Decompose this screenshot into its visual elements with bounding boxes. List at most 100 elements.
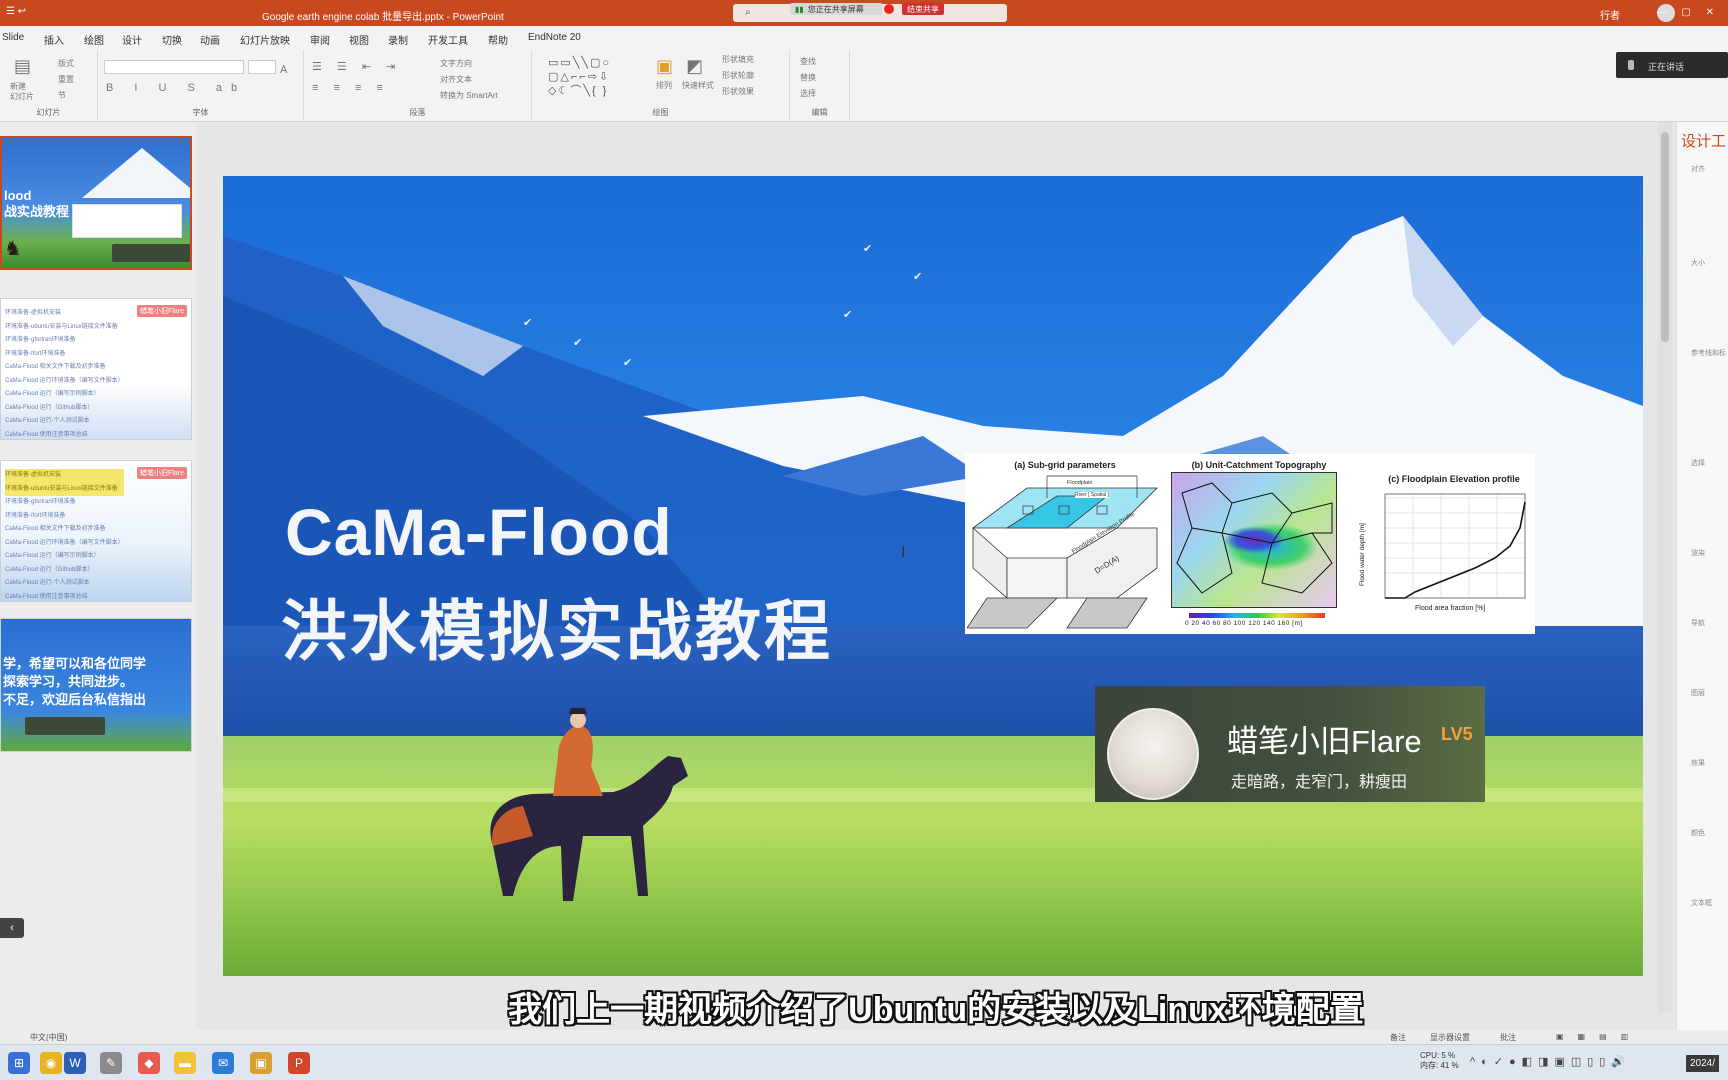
colorbar-labels: 0 20 40 60 80 100 120 140 160 [m]	[1185, 620, 1303, 627]
window-controls[interactable]: — ▢ ✕	[1657, 7, 1720, 18]
app-icon[interactable]: ✎	[100, 1052, 122, 1074]
thumbnail-text: 学，希望可以和各位同学 探索学习，共同进步。 不足，欢迎后台私信指出	[3, 656, 147, 707]
view-icons[interactable]: ▣▦▤▥	[1556, 1032, 1642, 1041]
app-icon[interactable]: ✉	[212, 1052, 234, 1074]
figure-unit-catchment: (b) Unit-Catchment Topography 0 20 40 60…	[1169, 458, 1349, 630]
replace-button[interactable]: 替换	[800, 72, 816, 83]
quick-styles-icon[interactable]: ◩	[686, 56, 703, 77]
text-direction-button[interactable]: 文字方向	[440, 58, 472, 69]
x-axis-label: Flood area fraction [%]	[1415, 605, 1486, 612]
present-button[interactable]: 正在讲话	[1616, 52, 1728, 78]
app-icon[interactable]: ▣	[250, 1052, 272, 1074]
slide-thumbnail-1[interactable]: lood 战实战教程 ♞	[0, 136, 192, 270]
quick-styles-button[interactable]: 快速样式	[682, 80, 714, 91]
new-slide-icon[interactable]: ▤	[14, 56, 31, 77]
menu-item-record[interactable]: 录制	[388, 32, 408, 47]
display-settings-button[interactable]: 显示器设置	[1430, 1032, 1470, 1043]
outline-line: 环境准备-gfortran环境准备	[5, 499, 76, 505]
list-icons[interactable]: ☰ ☰ ⇤ ⇥	[312, 60, 401, 73]
system-monitor: CPU: 5 % 内存: 41 %	[1420, 1051, 1459, 1071]
system-tray[interactable]: ^◐✓●◧◨▣◫▯▯🔊	[1470, 1055, 1631, 1068]
screen-share-indicator: ▮▮ 您正在共享屏幕	[790, 3, 882, 15]
comments-button[interactable]: 批注	[1500, 1032, 1516, 1043]
arrange-icon[interactable]: ▣	[656, 56, 673, 77]
figure-panel[interactable]: (a) Sub-grid parameters Floodplain River…	[965, 454, 1535, 634]
select-button[interactable]: 选择	[800, 88, 816, 99]
bird-icon: ✔	[573, 337, 583, 349]
find-button[interactable]: 查找	[800, 56, 816, 67]
shape-gallery[interactable]: ▭▭╲╲▢○ ▢△⌐⌐⇨⇩ ◇☾⌒╲{ }	[548, 56, 638, 102]
outline-line: CaMa-Flood 运行-个人测试脚本	[5, 418, 90, 424]
app-menu-icon[interactable]: ☰ ↩	[6, 6, 26, 17]
collapse-pane-button[interactable]: ‹	[0, 918, 24, 938]
ribbon-group-label: 字体	[192, 108, 209, 117]
pane-row[interactable]: 参考线和标	[1691, 348, 1726, 358]
pane-row[interactable]: 大小	[1691, 258, 1705, 268]
outline-line: CaMa-Flood 运行环境准备（编写文件脚本）	[5, 539, 124, 546]
ribbon-group-label: 段落	[409, 108, 426, 117]
align-icons[interactable]: ≡ ≡ ≡ ≡	[312, 82, 389, 94]
search-icon: ⌕	[745, 7, 751, 18]
elevation-colorbar	[1189, 613, 1325, 618]
slide-title-line1[interactable]: CaMa-Flood	[285, 494, 673, 570]
pane-row[interactable]: 对齐	[1691, 164, 1705, 174]
menu-item-design[interactable]: 设计	[122, 32, 142, 47]
menu-item-developer[interactable]: 开发工具	[428, 32, 468, 47]
notes-button[interactable]: 备注	[1390, 1032, 1406, 1043]
pane-row[interactable]: 效果	[1691, 758, 1705, 768]
font-format-icons[interactable]: B I U S ab	[106, 82, 246, 94]
word-icon[interactable]: W	[64, 1052, 86, 1074]
outline-line-highlight: 环境准备-虚拟机安装	[5, 469, 124, 483]
stop-share-button[interactable]: 结束共享	[902, 3, 944, 15]
slide-thumbnail-4[interactable]: 学，希望可以和各位同学 探索学习，共同进步。 不足，欢迎后台私信指出	[0, 618, 192, 752]
chrome-icon[interactable]: ◉	[40, 1052, 62, 1074]
folder-icon[interactable]: ▬	[174, 1052, 196, 1074]
user-name[interactable]: 行者	[1600, 7, 1620, 22]
pane-title: 设计工	[1681, 133, 1727, 150]
new-slide-button[interactable]: 新建 幻灯片	[10, 82, 34, 102]
y-axis-label: Flood water depth [m]	[1359, 523, 1366, 586]
menu-item-help[interactable]: 帮助	[488, 32, 508, 47]
section-button[interactable]: 节	[58, 90, 66, 101]
pane-row[interactable]: 图层	[1691, 688, 1705, 698]
slide-thumbnail-2[interactable]: 蜡笔小旧Flare 环境准备-虚拟机安装 环境准备-ubuntu安装与Linux…	[0, 298, 192, 440]
pane-row[interactable]: 选择	[1691, 458, 1705, 468]
font-size-select[interactable]	[248, 60, 276, 74]
app-icon[interactable]: ◆	[138, 1052, 160, 1074]
menu-item-slideshow[interactable]: 幻灯片放映	[240, 32, 290, 47]
language-indicator[interactable]: 中文(中国)	[30, 1032, 67, 1043]
shape-effect-button[interactable]: 形状效果	[722, 86, 754, 97]
author-level-badge: LV5	[1441, 724, 1473, 744]
pane-row[interactable]: 颜色	[1691, 828, 1705, 838]
pane-row[interactable]: 文本框	[1691, 898, 1712, 908]
scrollbar-thumb[interactable]	[1661, 132, 1669, 342]
pane-row[interactable]: 渲染	[1691, 548, 1705, 558]
menu-item-slide[interactable]: Slide	[2, 32, 24, 43]
shape-fill-button[interactable]: 形状填充	[722, 54, 754, 65]
slide[interactable]: ✔ ✔ ✔ ✔ ✔ ✔ CaMa-Flood 洪水模拟实战教程 I (a) Su…	[223, 176, 1643, 976]
slide-thumbnail-3[interactable]: 蜡笔小旧Flare 环境准备-虚拟机安装 环境准备-ubuntu安装与Linux…	[0, 460, 192, 602]
slide-title-line2[interactable]: 洪水模拟实战教程	[281, 578, 833, 674]
author-card[interactable]: 蜡笔小旧Flare LV5 走暗路，走窄门，耕瘦田	[1095, 686, 1485, 802]
clock[interactable]: 2024/	[1686, 1055, 1720, 1072]
font-name-select[interactable]	[104, 60, 244, 74]
menu-item-view[interactable]: 视图	[349, 32, 369, 47]
menu-item-transitions[interactable]: 切换	[162, 32, 182, 47]
menu-item-draw[interactable]: 绘图	[84, 32, 104, 47]
start-icon[interactable]: ⊞	[8, 1052, 30, 1074]
vertical-scrollbar[interactable]	[1658, 122, 1672, 1012]
reset-button[interactable]: 重置	[58, 74, 74, 85]
align-text-button[interactable]: 对齐文本	[440, 74, 472, 85]
pane-row[interactable]: 导航	[1691, 618, 1705, 628]
powerpoint-icon[interactable]: P	[288, 1052, 310, 1074]
shape-outline-button[interactable]: 形状轮廓	[722, 70, 754, 81]
smartart-button[interactable]: 转换为 SmartArt	[440, 90, 498, 101]
menu-item-review[interactable]: 审阅	[310, 32, 330, 47]
grow-font-icon[interactable]: A	[280, 64, 287, 76]
layout-button[interactable]: 版式	[58, 58, 74, 69]
text-cursor-icon: I	[901, 544, 906, 561]
menu-item-endnote[interactable]: EndNote 20	[528, 32, 581, 43]
arrange-button[interactable]: 排列	[656, 80, 672, 91]
menu-item-animations[interactable]: 动画	[200, 32, 220, 47]
menu-item-insert[interactable]: 插入	[44, 32, 64, 47]
